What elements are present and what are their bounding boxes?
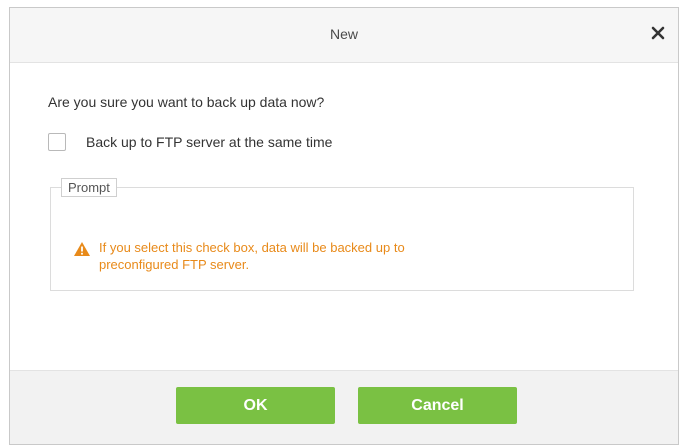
dialog-footer: OK Cancel: [10, 370, 678, 444]
cancel-button[interactable]: Cancel: [358, 387, 517, 424]
prompt-text-line-1: If you select this check box, data will …: [99, 240, 405, 255]
prompt-message: If you select this check box, data will …: [73, 239, 593, 273]
prompt-legend: Prompt: [61, 178, 117, 197]
dialog-title: New: [329, 26, 358, 42]
ftp-checkbox[interactable]: [48, 133, 66, 151]
ok-button[interactable]: OK: [176, 387, 335, 424]
prompt-text: If you select this check box, data will …: [99, 239, 405, 273]
ftp-checkbox-label[interactable]: Back up to FTP server at the same time: [86, 134, 332, 150]
warning-icon: [73, 241, 91, 257]
prompt-group: Prompt If you select this check box, dat…: [50, 178, 634, 291]
backup-question: Are you sure you want to back up data no…: [48, 94, 325, 110]
close-icon[interactable]: [646, 21, 670, 45]
ftp-checkbox-row[interactable]: Back up to FTP server at the same time: [48, 131, 332, 153]
dialog-titlebar: New: [10, 8, 678, 63]
prompt-text-line-2: preconfigured FTP server.: [99, 257, 250, 272]
backup-dialog: New Are you sure you want to back up dat…: [9, 7, 679, 445]
